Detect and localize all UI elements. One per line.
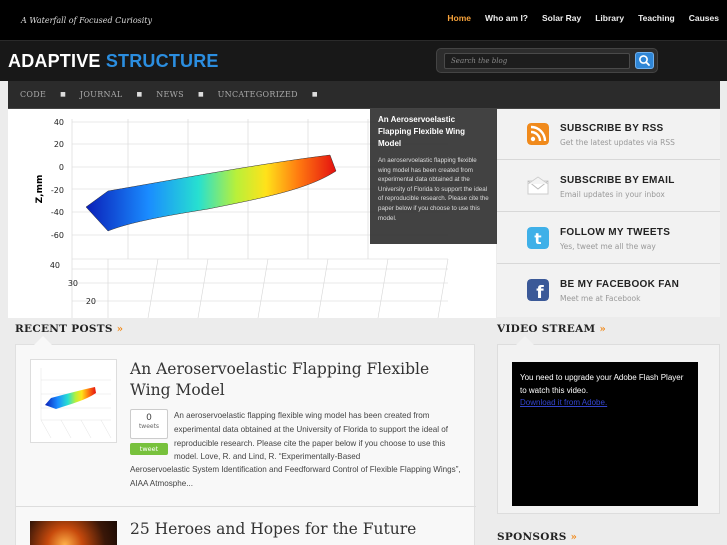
facebook-fan-subtitle: Meet me at Facebook: [560, 294, 641, 303]
tweet-count-label: tweets: [138, 423, 160, 430]
rss-icon: [527, 123, 549, 145]
category-journal[interactable]: JOURNAL: [80, 90, 123, 99]
email-icon: [527, 176, 549, 195]
brand-part2: STRUCTURE: [105, 51, 219, 71]
nav-causes[interactable]: Causes: [689, 13, 719, 23]
post-thumbnail[interactable]: [30, 521, 117, 545]
follow-twitter[interactable]: t FOLLOW MY TWEETS Yes, tweet me all the…: [497, 213, 720, 264]
facebook-icon: f: [527, 279, 549, 301]
video-message: You need to upgrade your Adobe Flash Pla…: [520, 373, 684, 395]
video-stream-heading: VIDEO STREAM»: [497, 323, 606, 335]
tweet-counter: 0 tweets: [130, 409, 168, 439]
wing-surface: [85, 154, 337, 232]
category-news[interactable]: NEWS: [156, 90, 184, 99]
svg-text:t: t: [534, 230, 541, 248]
post-title[interactable]: An Aeroservoelastic Flapping Flexible Wi…: [130, 359, 470, 401]
category-code[interactable]: CODE: [20, 90, 46, 99]
category-uncategorized[interactable]: UNCATEGORIZED: [218, 90, 298, 99]
plot-tick-z0: 40: [54, 118, 64, 127]
subscribe-rss-subtitle: Get the latest updates via RSS: [560, 138, 675, 147]
featured-caption: An Aeroservoelastic Flapping Flexible Wi…: [370, 109, 497, 244]
separator-icon: ■: [136, 91, 143, 98]
recent-posts-list: An Aeroservoelastic Flapping Flexible Wi…: [15, 336, 476, 545]
recent-posts-title: RECENT POSTS: [15, 323, 113, 335]
plot-tick-z3: -20: [51, 186, 64, 195]
tweet-button[interactable]: tweet: [130, 443, 168, 455]
post-divider: [16, 506, 476, 507]
video-stream-title: VIDEO STREAM: [497, 323, 596, 335]
video-player[interactable]: You need to upgrade your Adobe Flash Pla…: [512, 362, 698, 506]
search-input[interactable]: [444, 53, 630, 69]
recent-posts-heading: RECENT POSTS»: [15, 323, 123, 335]
nav-home[interactable]: Home: [447, 13, 471, 23]
nav-solar-ray[interactable]: Solar Ray: [542, 13, 581, 23]
brand-part1: ADAPTIVE: [8, 51, 101, 71]
nav-teaching[interactable]: Teaching: [638, 13, 675, 23]
plot-tick-z1: 20: [54, 140, 64, 149]
top-bar: A Waterfall of Focused Curiosity Home Wh…: [0, 0, 727, 40]
double-arrow-icon: »: [116, 324, 124, 335]
search-box: [436, 48, 658, 73]
site-tagline: A Waterfall of Focused Curiosity: [21, 16, 153, 25]
separator-icon: ■: [311, 91, 318, 98]
subscribe-email[interactable]: SUBSCRIBE BY EMAIL Email updates in your…: [497, 161, 720, 212]
post-excerpt-continued: Aeroservoelastic System Identification a…: [130, 465, 461, 488]
featured-body: An aeroservoelastic flapping flexible wi…: [378, 157, 489, 222]
follow-twitter-subtitle: Yes, tweet me all the way: [560, 242, 656, 251]
facebook-fan-title: BE MY FACEBOOK FAN: [560, 279, 680, 290]
separator-icon: ■: [197, 91, 204, 98]
subscribe-rss-title: SUBSCRIBE BY RSS: [560, 123, 664, 134]
subscribe-email-title: SUBSCRIBE BY EMAIL: [560, 175, 675, 186]
sponsors-heading: SPONSORS»: [497, 531, 577, 543]
post-thumbnail[interactable]: [30, 359, 117, 443]
notch-decoration: [34, 336, 52, 345]
site-logo[interactable]: ADAPTIVE STRUCTURE: [8, 51, 219, 72]
flash-download-link[interactable]: Download it from Adobe.: [520, 398, 607, 407]
twitter-icon: t: [527, 227, 549, 249]
sponsors-title: SPONSORS: [497, 531, 567, 543]
featured-title[interactable]: An Aeroservoelastic Flapping Flexible Wi…: [378, 114, 489, 150]
plot-tick-y2: 20: [86, 297, 96, 306]
subscribe-rss[interactable]: SUBSCRIBE BY RSS Get the latest updates …: [497, 109, 720, 160]
notch-decoration: [516, 336, 534, 345]
search-button[interactable]: [635, 52, 654, 69]
wing-thumbnail-image: [40, 368, 112, 439]
plot-tick-y1: 30: [68, 279, 78, 288]
plot-tick-z5: -60: [51, 231, 64, 240]
facebook-fan[interactable]: f BE MY FACEBOOK FAN Meet me at Facebook: [497, 265, 720, 316]
plot-tick-y0: 40: [50, 261, 60, 270]
svg-text:f: f: [536, 283, 544, 301]
plot-ylabel: Z,mm: [35, 175, 45, 204]
video-stream-box: You need to upgrade your Adobe Flash Pla…: [497, 336, 720, 514]
subscribe-email-subtitle: Email updates in your inbox: [560, 190, 665, 199]
category-nav: CODE ■ JOURNAL ■ NEWS ■ UNCATEGORIZED ■: [8, 81, 720, 109]
post-excerpt: An aeroservoelastic flapping flexible wi…: [174, 411, 448, 462]
search-icon: [639, 55, 650, 66]
double-arrow-icon: »: [599, 324, 607, 335]
site-header: ADAPTIVE STRUCTURE: [0, 40, 727, 81]
plot-tick-z4: -40: [51, 208, 64, 217]
page: A Waterfall of Focused Curiosity Home Wh…: [0, 0, 727, 545]
top-nav: Home Who am I? Solar Ray Library Teachin…: [447, 13, 719, 23]
separator-icon: ■: [60, 91, 66, 98]
post-title[interactable]: 25 Heroes and Hopes for the Future: [130, 520, 416, 538]
nav-who-am-i[interactable]: Who am I?: [485, 13, 528, 23]
video-message-block: You need to upgrade your Adobe Flash Pla…: [520, 372, 690, 410]
follow-twitter-title: FOLLOW MY TWEETS: [560, 227, 671, 238]
plot-tick-z2: 0: [59, 163, 64, 172]
nav-library[interactable]: Library: [595, 13, 624, 23]
double-arrow-icon: »: [570, 532, 578, 543]
subscribe-panel: SUBSCRIBE BY RSS Get the latest updates …: [497, 109, 720, 317]
tweet-count: 0: [146, 413, 152, 423]
